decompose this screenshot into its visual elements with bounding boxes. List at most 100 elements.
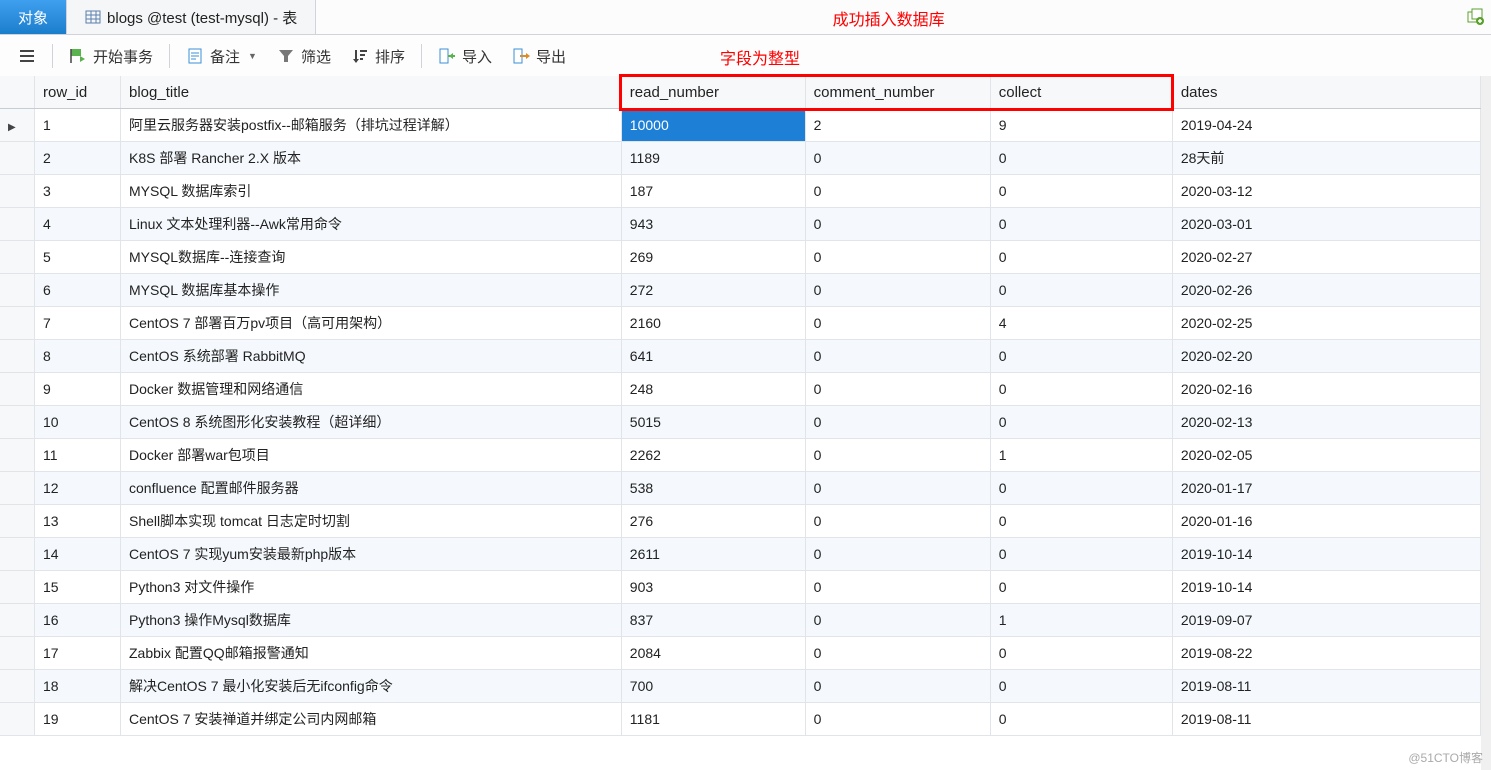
- col-header-read-number[interactable]: read_number: [621, 76, 805, 109]
- row-marker[interactable]: [0, 505, 35, 538]
- cell-dates[interactable]: 2020-02-20: [1172, 340, 1480, 373]
- table-row[interactable]: 12confluence 配置邮件服务器538002020-01-17: [0, 472, 1481, 505]
- cell-comment-number[interactable]: 0: [805, 472, 990, 505]
- cell-collect[interactable]: 0: [990, 538, 1172, 571]
- cell-row-id[interactable]: 15: [35, 571, 121, 604]
- col-header-row-id[interactable]: row_id: [35, 76, 121, 109]
- cell-collect[interactable]: 0: [990, 670, 1172, 703]
- cell-collect[interactable]: 0: [990, 142, 1172, 175]
- cell-read-number[interactable]: 269: [621, 241, 805, 274]
- cell-read-number[interactable]: 1181: [621, 703, 805, 736]
- row-marker[interactable]: [0, 538, 35, 571]
- cell-comment-number[interactable]: 0: [805, 505, 990, 538]
- row-marker[interactable]: [0, 571, 35, 604]
- col-header-dates[interactable]: dates: [1172, 76, 1480, 109]
- cell-row-id[interactable]: 3: [35, 175, 121, 208]
- cell-comment-number[interactable]: 0: [805, 307, 990, 340]
- cell-row-id[interactable]: 12: [35, 472, 121, 505]
- cell-collect[interactable]: 0: [990, 175, 1172, 208]
- cell-comment-number[interactable]: 0: [805, 274, 990, 307]
- table-row[interactable]: 4Linux 文本处理利器--Awk常用命令943002020-03-01: [0, 208, 1481, 241]
- cell-row-id[interactable]: 16: [35, 604, 121, 637]
- cell-row-id[interactable]: 1: [35, 109, 121, 142]
- row-marker[interactable]: [0, 604, 35, 637]
- cell-comment-number[interactable]: 0: [805, 241, 990, 274]
- begin-transaction-button[interactable]: 开始事务: [59, 42, 163, 71]
- table-row[interactable]: 13Shell脚本实现 tomcat 日志定时切割276002020-01-16: [0, 505, 1481, 538]
- vertical-scrollbar[interactable]: [1481, 76, 1491, 770]
- table-row[interactable]: 8CentOS 系统部署 RabbitMQ641002020-02-20: [0, 340, 1481, 373]
- row-marker[interactable]: [0, 307, 35, 340]
- row-marker[interactable]: [0, 241, 35, 274]
- cell-comment-number[interactable]: 0: [805, 340, 990, 373]
- cell-read-number[interactable]: 2262: [621, 439, 805, 472]
- cell-dates[interactable]: 2020-02-05: [1172, 439, 1480, 472]
- cell-blog-title[interactable]: Zabbix 配置QQ邮箱报警通知: [121, 637, 622, 670]
- cell-collect[interactable]: 0: [990, 472, 1172, 505]
- cell-row-id[interactable]: 17: [35, 637, 121, 670]
- cell-collect[interactable]: 1: [990, 439, 1172, 472]
- cell-comment-number[interactable]: 0: [805, 637, 990, 670]
- filter-button[interactable]: 筛选: [267, 42, 341, 71]
- col-header-blog-title[interactable]: blog_title: [121, 76, 622, 109]
- cell-collect[interactable]: 0: [990, 505, 1172, 538]
- cell-collect[interactable]: 0: [990, 703, 1172, 736]
- cell-comment-number[interactable]: 0: [805, 175, 990, 208]
- table-row[interactable]: 10CentOS 8 系统图形化安装教程（超详细）5015002020-02-1…: [0, 406, 1481, 439]
- cell-read-number[interactable]: 2084: [621, 637, 805, 670]
- cell-collect[interactable]: 0: [990, 571, 1172, 604]
- cell-dates[interactable]: 2020-01-17: [1172, 472, 1480, 505]
- cell-comment-number[interactable]: 0: [805, 703, 990, 736]
- cell-read-number[interactable]: 276: [621, 505, 805, 538]
- table-row[interactable]: 18解决CentOS 7 最小化安装后无ifconfig命令700002019-…: [0, 670, 1481, 703]
- cell-row-id[interactable]: 14: [35, 538, 121, 571]
- row-marker[interactable]: [0, 670, 35, 703]
- table-row[interactable]: 16Python3 操作Mysql数据库837012019-09-07: [0, 604, 1481, 637]
- cell-blog-title[interactable]: CentOS 7 部署百万pv项目（高可用架构）: [121, 307, 622, 340]
- cell-blog-title[interactable]: Shell脚本实现 tomcat 日志定时切割: [121, 505, 622, 538]
- row-marker[interactable]: [0, 373, 35, 406]
- cell-read-number[interactable]: 1189: [621, 142, 805, 175]
- cell-comment-number[interactable]: 0: [805, 670, 990, 703]
- cell-comment-number[interactable]: 0: [805, 604, 990, 637]
- remark-button[interactable]: 备注 ▼: [176, 42, 267, 71]
- menu-button[interactable]: [8, 43, 46, 69]
- cell-dates[interactable]: 2020-03-12: [1172, 175, 1480, 208]
- table-row[interactable]: 3MYSQL 数据库索引187002020-03-12: [0, 175, 1481, 208]
- cell-dates[interactable]: 2019-10-14: [1172, 571, 1480, 604]
- cell-read-number[interactable]: 837: [621, 604, 805, 637]
- cell-read-number[interactable]: 538: [621, 472, 805, 505]
- row-marker[interactable]: [0, 208, 35, 241]
- cell-collect[interactable]: 1: [990, 604, 1172, 637]
- table-row[interactable]: 1阿里云服务器安装postfix--邮箱服务（排坑过程详解）1000029201…: [0, 109, 1481, 142]
- cell-dates[interactable]: 2019-08-11: [1172, 703, 1480, 736]
- cell-collect[interactable]: 0: [990, 241, 1172, 274]
- cell-collect[interactable]: 4: [990, 307, 1172, 340]
- export-button[interactable]: 导出: [502, 42, 576, 71]
- cell-dates[interactable]: 2020-02-26: [1172, 274, 1480, 307]
- row-marker[interactable]: [0, 175, 35, 208]
- cell-blog-title[interactable]: 解决CentOS 7 最小化安装后无ifconfig命令: [121, 670, 622, 703]
- tab-objects[interactable]: 对象: [0, 0, 67, 34]
- cell-read-number[interactable]: 272: [621, 274, 805, 307]
- cell-read-number[interactable]: 187: [621, 175, 805, 208]
- cell-comment-number[interactable]: 0: [805, 208, 990, 241]
- sort-button[interactable]: 排序: [341, 42, 415, 71]
- cell-blog-title[interactable]: CentOS 7 实现yum安装最新php版本: [121, 538, 622, 571]
- cell-comment-number[interactable]: 0: [805, 142, 990, 175]
- row-marker[interactable]: [0, 406, 35, 439]
- cell-comment-number[interactable]: 0: [805, 571, 990, 604]
- cell-comment-number[interactable]: 2: [805, 109, 990, 142]
- row-marker[interactable]: [0, 439, 35, 472]
- cell-dates[interactable]: 28天前: [1172, 142, 1480, 175]
- cell-read-number[interactable]: 2160: [621, 307, 805, 340]
- cell-read-number[interactable]: 2611: [621, 538, 805, 571]
- cell-dates[interactable]: 2019-04-24: [1172, 109, 1480, 142]
- table-row[interactable]: 11Docker 部署war包项目2262012020-02-05: [0, 439, 1481, 472]
- table-row[interactable]: 2K8S 部署 Rancher 2.X 版本11890028天前: [0, 142, 1481, 175]
- cell-collect[interactable]: 0: [990, 406, 1172, 439]
- import-button[interactable]: 导入: [428, 42, 502, 71]
- cell-comment-number[interactable]: 0: [805, 439, 990, 472]
- cell-blog-title[interactable]: CentOS 系统部署 RabbitMQ: [121, 340, 622, 373]
- cell-blog-title[interactable]: MYSQL 数据库索引: [121, 175, 622, 208]
